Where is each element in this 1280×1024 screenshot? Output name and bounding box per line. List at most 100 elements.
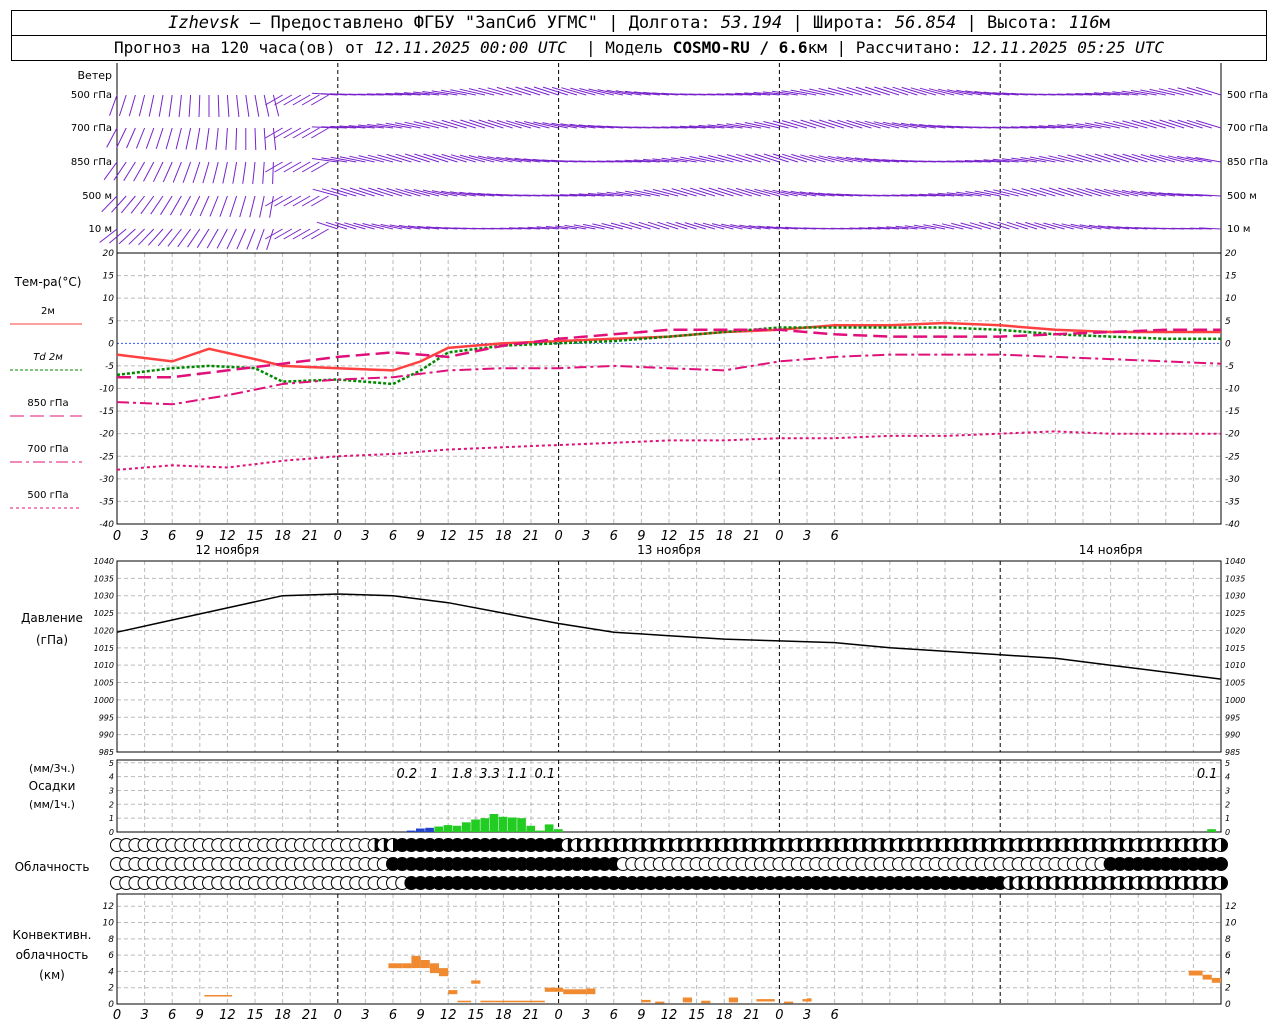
conv-cloud-segment xyxy=(728,997,738,1003)
wind-barb xyxy=(133,161,146,182)
day-label: 13 ноября xyxy=(637,543,701,557)
conv-cloud-segment xyxy=(1202,974,1212,980)
precip-unit-3h: (мм/3ч.) xyxy=(29,762,75,775)
wind-barb xyxy=(620,222,642,230)
y-tick-label-left: 0 xyxy=(109,828,114,837)
y-tick-label-right: 1010 xyxy=(1225,661,1245,670)
wind-barb xyxy=(292,127,311,139)
precip-bar xyxy=(1207,829,1216,832)
cloud-symbols xyxy=(110,838,1228,890)
temp-hour-label: 3 xyxy=(140,529,148,544)
wind-barb xyxy=(195,127,201,150)
precip-bar xyxy=(535,830,545,832)
y-tick-label-right: 2 xyxy=(1225,984,1231,994)
y-tick-label-right: 3 xyxy=(1225,786,1230,795)
wind-barb xyxy=(311,161,329,173)
conv-hour-label: 6 xyxy=(830,1008,838,1023)
wind-barb xyxy=(165,127,173,150)
y-tick-label-left: 5 xyxy=(109,759,114,768)
wind-barb xyxy=(249,195,256,218)
conv-cloud-segment xyxy=(439,968,449,977)
y-tick-label-left: -25 xyxy=(99,452,114,462)
precip-bar xyxy=(416,828,425,832)
conv-hour-label: 3 xyxy=(582,1008,590,1023)
precip-amount-label: 1.1 xyxy=(507,767,528,782)
conv-cloud-segment xyxy=(1211,977,1221,983)
cloud-title: Облачность xyxy=(15,860,90,874)
temp-hour-label: 18 xyxy=(716,529,733,544)
y-tick-label-left: -15 xyxy=(99,407,114,417)
wind-barb xyxy=(196,228,210,248)
legend-label: 2м xyxy=(41,306,55,317)
temp-hour-label: 15 xyxy=(688,529,705,544)
wind-barb xyxy=(283,127,302,139)
temp-hour-label: 15 xyxy=(468,529,485,544)
y-tick-label-left: 8 xyxy=(108,935,114,945)
wind-barb xyxy=(235,127,238,151)
wind-barb xyxy=(301,161,320,173)
conv-cloud-segment xyxy=(448,990,458,995)
conv-hour-label: 12 xyxy=(661,1008,678,1023)
conv-hour-label: 3 xyxy=(361,1008,369,1023)
y-tick-label-right: -40 xyxy=(1225,520,1240,530)
precip-amount-label: 0.1 xyxy=(534,767,555,782)
y-tick-label-right: 10 xyxy=(1225,294,1237,304)
temp-title: Тем-ра(°C) xyxy=(14,275,82,289)
wind-barb xyxy=(168,94,173,117)
temp-hour-label: 6 xyxy=(610,529,618,544)
wind-barb xyxy=(205,127,210,150)
wind-barb xyxy=(212,161,219,184)
wind-barb xyxy=(265,228,283,240)
wind-barb xyxy=(292,195,311,207)
wind-barb xyxy=(272,161,274,185)
wind-barb xyxy=(217,94,220,118)
y-tick-label-left: -20 xyxy=(99,430,114,440)
y-tick-label-right: -15 xyxy=(1225,407,1240,417)
wind-barb xyxy=(301,94,320,106)
y-tick-label-right: 8 xyxy=(1225,935,1231,945)
precip-bar xyxy=(452,825,462,832)
conv-unit: (км) xyxy=(39,968,65,982)
y-tick-label-left: -35 xyxy=(99,497,114,507)
y-tick-label-right: 985 xyxy=(1225,748,1240,757)
y-tick-label-right: 1025 xyxy=(1225,609,1245,618)
y-tick-label-left: 20 xyxy=(103,249,115,259)
wind-barb xyxy=(226,228,238,250)
y-tick-label-right: 20 xyxy=(1225,249,1237,259)
y-tick-label-left: 1040 xyxy=(94,557,114,566)
y-tick-label-right: 6 xyxy=(1225,951,1231,961)
wind-barb xyxy=(189,195,201,217)
wind-barb xyxy=(236,94,240,117)
y-tick-label-left: 1000 xyxy=(94,696,114,705)
precip-bar xyxy=(508,817,517,832)
conv-hour-label: 6 xyxy=(610,1008,618,1023)
wind-barb xyxy=(274,161,293,173)
wind-barb xyxy=(152,161,164,183)
precip-amount-label: 0.1 xyxy=(1197,767,1218,782)
y-tick-label-left: 0 xyxy=(108,339,114,349)
wind-level-label-right: 700 гПа xyxy=(1227,123,1268,134)
wind-barb xyxy=(274,228,293,240)
legend-label: 500 гПа xyxy=(27,490,68,501)
conv-hour-label: 21 xyxy=(744,1008,761,1023)
y-tick-label-left: 10 xyxy=(103,294,115,304)
precip-bar xyxy=(544,824,554,832)
y-tick-label-left: 990 xyxy=(99,731,114,740)
conv-cloud-segment xyxy=(784,1001,794,1004)
wind-barb xyxy=(274,195,293,207)
temp-hour-label: 6 xyxy=(168,529,176,544)
precip-amount-label: 0.2 xyxy=(396,767,417,782)
temp-hour-label: 9 xyxy=(416,529,424,544)
wind-barb xyxy=(301,195,320,207)
precip-bar xyxy=(462,822,471,832)
y-tick-label-left: 1030 xyxy=(94,592,114,601)
precip-amount-label: 1.8 xyxy=(452,767,473,782)
conv-hour-label: 12 xyxy=(440,1008,457,1023)
temp-hour-label: 0 xyxy=(334,529,342,544)
wind-barb xyxy=(113,161,127,181)
y-tick-label-left: 12 xyxy=(103,902,115,912)
precip-amount-label: 3.3 xyxy=(479,767,500,782)
conv-cloud-segment xyxy=(471,980,481,984)
wind-barb xyxy=(266,228,274,251)
temp-hour-label: 12 xyxy=(219,529,236,544)
